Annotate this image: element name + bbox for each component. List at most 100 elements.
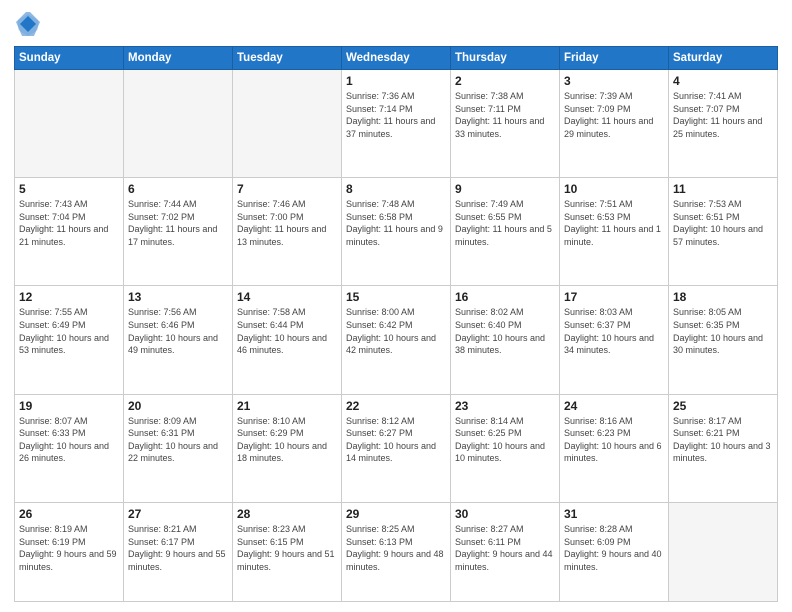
- day-info: Sunrise: 7:56 AM Sunset: 6:46 PM Dayligh…: [128, 306, 228, 356]
- day-info: Sunrise: 8:17 AM Sunset: 6:21 PM Dayligh…: [673, 415, 773, 465]
- day-number: 18: [673, 290, 773, 304]
- calendar-cell: 28Sunrise: 8:23 AM Sunset: 6:15 PM Dayli…: [233, 502, 342, 601]
- calendar-cell: 22Sunrise: 8:12 AM Sunset: 6:27 PM Dayli…: [342, 394, 451, 502]
- day-info: Sunrise: 8:27 AM Sunset: 6:11 PM Dayligh…: [455, 523, 555, 573]
- calendar-cell: 15 Sunrise: 8:00 AM Sunset: 6:42 PM Dayli…: [342, 286, 451, 394]
- calendar-cell: 31Sunrise: 8:28 AM Sunset: 6:09 PM Dayli…: [560, 502, 669, 601]
- day-number: 14: [237, 290, 337, 304]
- day-info: Sunrise: 7:44 AM Sunset: 7:02 PM Dayligh…: [128, 198, 228, 248]
- calendar-cell: 12 Sunrise: 7:55 AM Sunset: 6:49 PM Dayli…: [15, 286, 124, 394]
- calendar-cell: 4 Sunrise: 7:41 AM Sunset: 7:07 PM Daylig…: [669, 70, 778, 178]
- calendar-cell: 3 Sunrise: 7:39 AM Sunset: 7:09 PM Daylig…: [560, 70, 669, 178]
- day-info: Sunrise: 7:55 AM Sunset: 6:49 PM Dayligh…: [19, 306, 119, 356]
- calendar-cell: 29Sunrise: 8:25 AM Sunset: 6:13 PM Dayli…: [342, 502, 451, 601]
- day-number: 8: [346, 182, 446, 196]
- calendar-cell: 16 Sunrise: 8:02 AM Sunset: 6:40 PM Dayli…: [451, 286, 560, 394]
- day-number: 1: [346, 74, 446, 88]
- calendar-cell: 13 Sunrise: 7:56 AM Sunset: 6:46 PM Dayli…: [124, 286, 233, 394]
- day-number: 21: [237, 399, 337, 413]
- day-info: Sunrise: 8:05 AM Sunset: 6:35 PM Dayligh…: [673, 306, 773, 356]
- weekday-tuesday: Tuesday: [233, 47, 342, 70]
- day-number: 23: [455, 399, 555, 413]
- day-number: 9: [455, 182, 555, 196]
- calendar-cell: 20 Sunrise: 8:09 AM Sunset: 6:31 PM Dayli…: [124, 394, 233, 502]
- header: [14, 10, 778, 38]
- calendar-cell: 24 Sunrise: 8:16 AM Sunset: 6:23 PM Dayli…: [560, 394, 669, 502]
- calendar-cell: [669, 502, 778, 601]
- day-info: Sunrise: 7:36 AM Sunset: 7:14 PM Dayligh…: [346, 90, 446, 140]
- calendar-cell: 27 Sunrise: 8:21 AM Sunset: 6:17 PM Dayli…: [124, 502, 233, 601]
- week-row-3: 12 Sunrise: 7:55 AM Sunset: 6:49 PM Dayli…: [15, 286, 778, 394]
- week-row-5: 26Sunrise: 8:19 AM Sunset: 6:19 PM Dayli…: [15, 502, 778, 601]
- day-number: 6: [128, 182, 228, 196]
- day-number: 12: [19, 290, 119, 304]
- calendar-cell: 25 Sunrise: 8:17 AM Sunset: 6:21 PM Dayli…: [669, 394, 778, 502]
- day-number: 31: [564, 507, 664, 521]
- day-info: Sunrise: 8:09 AM Sunset: 6:31 PM Dayligh…: [128, 415, 228, 465]
- day-info: Sunrise: 8:21 AM Sunset: 6:17 PM Dayligh…: [128, 523, 228, 573]
- week-row-1: 1 Sunrise: 7:36 AM Sunset: 7:14 PM Daylig…: [15, 70, 778, 178]
- calendar-cell: 7 Sunrise: 7:46 AM Sunset: 7:00 PM Daylig…: [233, 178, 342, 286]
- week-row-2: 5 Sunrise: 7:43 AM Sunset: 7:04 PM Daylig…: [15, 178, 778, 286]
- day-info: Sunrise: 8:19 AM Sunset: 6:19 PM Dayligh…: [19, 523, 119, 573]
- day-number: 19: [19, 399, 119, 413]
- calendar-cell: 8 Sunrise: 7:48 AM Sunset: 6:58 PM Daylig…: [342, 178, 451, 286]
- day-info: Sunrise: 7:53 AM Sunset: 6:51 PM Dayligh…: [673, 198, 773, 248]
- generalblue-logo-icon: [14, 10, 42, 38]
- day-number: 3: [564, 74, 664, 88]
- day-number: 17: [564, 290, 664, 304]
- week-row-4: 19 Sunrise: 8:07 AM Sunset: 6:33 PM Dayli…: [15, 394, 778, 502]
- calendar-cell: 14 Sunrise: 7:58 AM Sunset: 6:44 PM Dayli…: [233, 286, 342, 394]
- day-info: Sunrise: 7:58 AM Sunset: 6:44 PM Dayligh…: [237, 306, 337, 356]
- calendar-cell: 30 Sunrise: 8:27 AM Sunset: 6:11 PM Dayli…: [451, 502, 560, 601]
- day-info: Sunrise: 7:41 AM Sunset: 7:07 PM Dayligh…: [673, 90, 773, 140]
- day-info: Sunrise: 7:39 AM Sunset: 7:09 PM Dayligh…: [564, 90, 664, 140]
- day-number: 4: [673, 74, 773, 88]
- day-number: 11: [673, 182, 773, 196]
- day-number: 25: [673, 399, 773, 413]
- day-info: Sunrise: 7:48 AM Sunset: 6:58 PM Dayligh…: [346, 198, 446, 248]
- weekday-wednesday: Wednesday: [342, 47, 451, 70]
- day-number: 29: [346, 507, 446, 521]
- day-number: 27: [128, 507, 228, 521]
- calendar-table: SundayMondayTuesdayWednesdayThursdayFrid…: [14, 46, 778, 602]
- day-info: Sunrise: 8:02 AM Sunset: 6:40 PM Dayligh…: [455, 306, 555, 356]
- day-number: 22: [346, 399, 446, 413]
- weekday-header-row: SundayMondayTuesdayWednesdayThursdayFrid…: [15, 47, 778, 70]
- calendar-cell: [15, 70, 124, 178]
- weekday-thursday: Thursday: [451, 47, 560, 70]
- calendar-cell: [233, 70, 342, 178]
- day-number: 13: [128, 290, 228, 304]
- calendar-cell: 10 Sunrise: 7:51 AM Sunset: 6:53 PM Dayli…: [560, 178, 669, 286]
- day-info: Sunrise: 7:43 AM Sunset: 7:04 PM Dayligh…: [19, 198, 119, 248]
- day-number: 24: [564, 399, 664, 413]
- calendar-cell: 11 Sunrise: 7:53 AM Sunset: 6:51 PM Dayli…: [669, 178, 778, 286]
- day-info: Sunrise: 8:00 AM Sunset: 6:42 PM Dayligh…: [346, 306, 446, 356]
- day-info: Sunrise: 7:38 AM Sunset: 7:11 PM Dayligh…: [455, 90, 555, 140]
- calendar-cell: 5 Sunrise: 7:43 AM Sunset: 7:04 PM Daylig…: [15, 178, 124, 286]
- calendar-cell: 26Sunrise: 8:19 AM Sunset: 6:19 PM Dayli…: [15, 502, 124, 601]
- day-info: Sunrise: 7:51 AM Sunset: 6:53 PM Dayligh…: [564, 198, 664, 248]
- calendar-cell: 23Sunrise: 8:14 AM Sunset: 6:25 PM Dayli…: [451, 394, 560, 502]
- weekday-sunday: Sunday: [15, 47, 124, 70]
- day-info: Sunrise: 8:07 AM Sunset: 6:33 PM Dayligh…: [19, 415, 119, 465]
- logo: [14, 10, 46, 38]
- day-number: 7: [237, 182, 337, 196]
- day-number: 16: [455, 290, 555, 304]
- day-info: Sunrise: 8:16 AM Sunset: 6:23 PM Dayligh…: [564, 415, 664, 465]
- calendar-cell: 1 Sunrise: 7:36 AM Sunset: 7:14 PM Daylig…: [342, 70, 451, 178]
- day-number: 5: [19, 182, 119, 196]
- weekday-friday: Friday: [560, 47, 669, 70]
- day-info: Sunrise: 7:46 AM Sunset: 7:00 PM Dayligh…: [237, 198, 337, 248]
- calendar-cell: 2Sunrise: 7:38 AM Sunset: 7:11 PM Daylig…: [451, 70, 560, 178]
- day-number: 10: [564, 182, 664, 196]
- calendar-cell: 9Sunrise: 7:49 AM Sunset: 6:55 PM Daylig…: [451, 178, 560, 286]
- day-number: 20: [128, 399, 228, 413]
- day-info: Sunrise: 8:10 AM Sunset: 6:29 PM Dayligh…: [237, 415, 337, 465]
- day-number: 15: [346, 290, 446, 304]
- weekday-monday: Monday: [124, 47, 233, 70]
- day-number: 30: [455, 507, 555, 521]
- day-number: 28: [237, 507, 337, 521]
- calendar-cell: 17Sunrise: 8:03 AM Sunset: 6:37 PM Dayli…: [560, 286, 669, 394]
- weekday-saturday: Saturday: [669, 47, 778, 70]
